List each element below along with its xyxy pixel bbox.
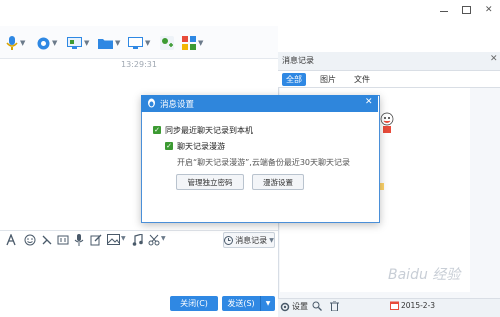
roaming-description: 开启“聊天记录漫游”,云端备份最近30天聊天记录 (177, 158, 351, 167)
message-history-button[interactable]: 消息记录 ▼ (223, 232, 275, 248)
roaming-settings-button[interactable]: 漫游设置 (252, 174, 304, 190)
gear-icon (280, 302, 290, 311)
add-group-icon (160, 36, 174, 50)
chat-toolbar: ▼ ▼ ▼ ▼ ▼ ▼ (0, 26, 278, 59)
microphone-icon (6, 35, 18, 50)
edit-icon[interactable] (90, 234, 102, 246)
chevron-down-icon: ▼ (265, 300, 271, 307)
close-icon[interactable]: ✕ (490, 54, 498, 64)
roaming-label: 聊天记录漫游 (177, 142, 225, 151)
history-avatar-image (380, 112, 394, 134)
send-file-button[interactable]: ▼ (98, 35, 120, 51)
clock-icon (224, 235, 234, 245)
folder-icon (98, 39, 113, 49)
screen-share-button[interactable]: ▼ (128, 35, 150, 51)
minimize-icon[interactable] (440, 11, 448, 12)
font-icon[interactable] (6, 234, 16, 246)
dialog-title: 消息设置 (160, 100, 195, 110)
qq-penguin-icon (148, 98, 155, 108)
delete-icon[interactable] (330, 301, 339, 311)
message-timestamp: 13:29:31 (121, 60, 157, 69)
tab-all[interactable]: 全部 (282, 73, 306, 86)
create-group-button[interactable] (160, 35, 174, 51)
voice-call-button[interactable]: ▼ (6, 35, 25, 51)
monitor-icon (67, 36, 82, 49)
magic-expression-icon[interactable] (57, 234, 69, 246)
history-tabs (278, 71, 500, 88)
video-call-button[interactable]: ▼ (37, 35, 57, 51)
apps-grid-icon (182, 36, 196, 50)
send-options-button[interactable]: ▼ (260, 296, 275, 311)
close-window-icon[interactable]: ✕ (485, 6, 493, 15)
window-controls: ✕ (440, 6, 493, 15)
sync-history-label: 同步最近聊天记录到本机 (165, 126, 253, 135)
watermark: Baidu 经验 (388, 267, 461, 283)
history-settings-button[interactable]: 设置 (280, 301, 308, 312)
calendar-icon (390, 301, 399, 310)
date-label: 2015-2-3 (401, 301, 436, 310)
music-icon[interactable] (132, 234, 143, 246)
close-icon[interactable]: ✕ (365, 97, 373, 107)
avatar-icon (380, 112, 394, 133)
tab-images[interactable]: 图片 (316, 73, 340, 86)
sync-history-checkbox[interactable]: ✓ (153, 126, 161, 134)
tab-files[interactable]: 文件 (350, 73, 374, 86)
scissors-icon[interactable] (148, 234, 160, 246)
apps-button[interactable]: ▼ (182, 35, 203, 51)
chevron-down-icon: ▼ (269, 236, 274, 244)
screen-icon (128, 36, 143, 49)
emoji-icon[interactable] (24, 234, 36, 246)
history-panel-title: 消息记录 (282, 56, 314, 65)
voice-message-icon[interactable] (74, 234, 84, 246)
message-input[interactable] (0, 252, 278, 292)
close-chat-button[interactable]: 关闭(C) (170, 296, 218, 311)
history-settings-label: 设置 (292, 302, 308, 311)
camera-icon (37, 37, 50, 49)
message-history-label: 消息记录 (235, 235, 268, 245)
manage-password-button[interactable]: 管理独立密码 (176, 174, 244, 190)
search-icon[interactable] (312, 301, 322, 311)
checkmark-icon: ✓ (154, 126, 160, 134)
image-icon[interactable] (107, 234, 120, 245)
date-picker[interactable]: 2015-2-3 (390, 301, 435, 310)
roaming-checkbox[interactable]: ✓ (165, 142, 173, 150)
remote-desktop-button[interactable]: ▼ (67, 35, 89, 51)
checkmark-icon: ✓ (166, 142, 172, 150)
maximize-icon[interactable] (462, 6, 471, 14)
send-button[interactable]: 发送(S) (222, 296, 260, 311)
shake-icon[interactable] (41, 234, 53, 246)
